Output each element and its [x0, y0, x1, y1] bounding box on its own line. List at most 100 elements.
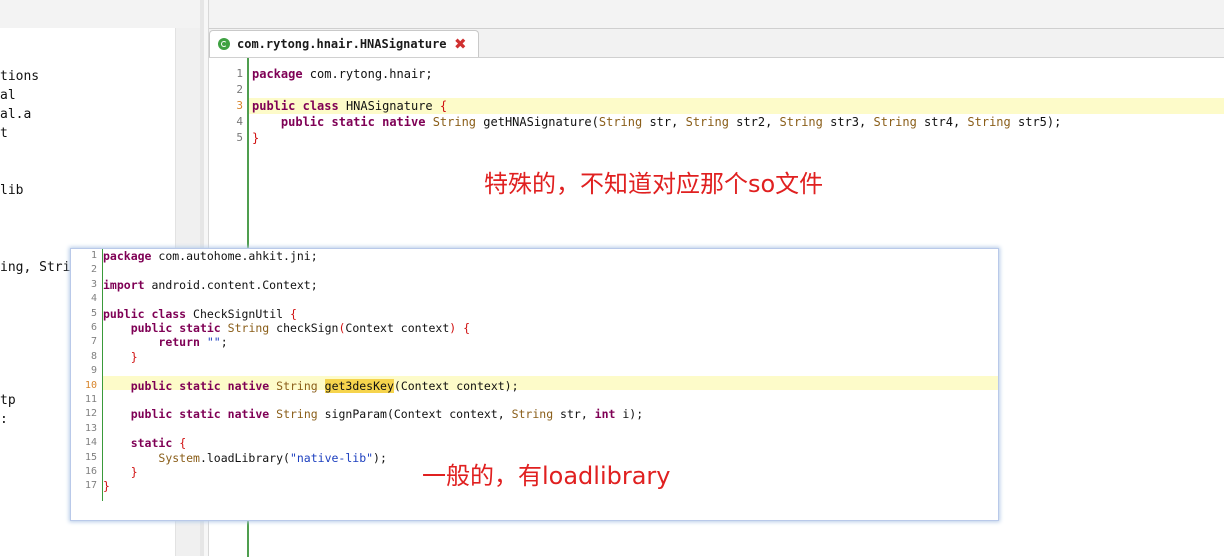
code-line: public static native String get3desKey(C…: [103, 378, 519, 393]
close-icon[interactable]: ✖: [454, 35, 467, 53]
line-number: 2: [236, 83, 243, 96]
keyword: native: [382, 115, 426, 129]
tree-item[interactable]: lib: [0, 183, 23, 199]
class-name: HNASignature: [338, 99, 440, 113]
string-literal: "native-lib": [289, 450, 374, 465]
code-text: signParam(Context context,: [317, 407, 512, 422]
code-line: public static native String getHNASignat…: [252, 114, 1061, 130]
keyword: public: [130, 321, 173, 335]
left-panel-header: [0, 0, 200, 28]
keyword: return: [158, 335, 200, 350]
brace: }: [252, 131, 260, 145]
brace: {: [439, 99, 448, 113]
tree-item[interactable]: al: [0, 88, 16, 104]
code-line: public class HNASignature {: [252, 98, 447, 114]
line-number: 16: [84, 466, 97, 477]
annotation-special: 特殊的，不知道对应那个so文件: [484, 170, 824, 198]
type: String: [967, 115, 1011, 129]
code-text: com.rytong.hnair;: [302, 67, 433, 81]
code-line: return "";: [103, 335, 228, 350]
tree-item[interactable]: tp: [0, 393, 16, 409]
code-text: android.content.Context;: [144, 277, 318, 292]
code-text: com.autohome.ahkit.jni;: [151, 249, 318, 263]
brace: {: [179, 436, 187, 451]
class-ref: System: [158, 450, 200, 465]
keyword: static: [130, 436, 173, 451]
line-number: 9: [90, 365, 97, 377]
overlay-code-snippet: 1 2 3 4 5 6 7 8 9 10 11 12 13 14 15 16 1…: [70, 248, 999, 521]
paren: ): [449, 321, 464, 335]
method-name: getHNASignature(: [476, 115, 599, 129]
line-number: 3: [90, 278, 97, 290]
param: str2,: [728, 115, 780, 129]
line-number: 5: [236, 131, 243, 144]
type: String: [685, 115, 729, 129]
line-number: 12: [84, 408, 97, 420]
keyword: package: [252, 67, 303, 81]
method-name: checkSign: [269, 321, 339, 335]
brace: {: [463, 321, 471, 335]
code-line: public class CheckSignUtil {: [103, 307, 297, 321]
line-number: 7: [90, 336, 97, 348]
method-name-highlighted: get3desKey: [324, 378, 394, 393]
keyword: class: [302, 99, 339, 113]
param: str5);: [1010, 115, 1062, 129]
tab-title: com.rytong.hnair.HNASignature: [237, 37, 447, 51]
keyword: native: [227, 378, 270, 393]
type: String: [511, 407, 554, 422]
keyword: public: [130, 378, 173, 393]
line-number: 1: [90, 250, 97, 261]
type: String: [432, 115, 477, 129]
code-text: ;: [220, 335, 228, 350]
line-number: 15: [84, 451, 97, 463]
param: str3,: [822, 115, 874, 129]
keyword: static: [179, 321, 221, 335]
line-number: 8: [90, 350, 97, 362]
line-number: 11: [84, 394, 97, 405]
line-number: 2: [90, 264, 97, 276]
code-line: public static native String signParam(Co…: [103, 407, 643, 421]
line-number: 6: [90, 322, 97, 333]
type: String: [227, 321, 270, 335]
type: String: [276, 407, 318, 422]
code-text: (Context context);: [393, 378, 519, 393]
code-line: }: [103, 465, 138, 479]
keyword: static: [331, 115, 375, 129]
code-line: import android.content.Context;: [103, 278, 318, 292]
param: str4,: [916, 115, 968, 129]
tree-item[interactable]: :: [0, 412, 8, 428]
keyword: static: [179, 407, 221, 422]
line-number: 14: [84, 437, 97, 449]
keyword: public: [252, 99, 296, 113]
code-line: package com.rytong.hnair;: [252, 66, 433, 82]
tree-item[interactable]: al.a: [0, 107, 31, 123]
keyword: package: [103, 249, 152, 263]
line-number: 1: [236, 67, 243, 80]
keyword: native: [227, 407, 270, 422]
line-number: 17: [84, 480, 97, 492]
keyword: int: [594, 407, 616, 422]
code-line: public static String checkSign(Context c…: [103, 321, 470, 335]
brace: }: [130, 465, 138, 479]
keyword: public: [130, 407, 173, 422]
editor-tabbar-header: [209, 0, 1224, 28]
keyword: static: [179, 378, 221, 393]
editor-tab[interactable]: com.rytong.hnair.HNASignature ✖: [209, 30, 479, 58]
line-number: 4: [90, 293, 97, 305]
class-icon: [218, 38, 230, 50]
tree-item[interactable]: t: [0, 126, 8, 142]
line-number: 3: [236, 99, 243, 112]
code-line: System.loadLibrary("native-lib");: [103, 451, 387, 465]
type: String: [276, 378, 318, 393]
code-text: .loadLibrary(: [199, 450, 290, 465]
code-line: }: [103, 350, 138, 364]
tree-item[interactable]: ing, Stri: [0, 260, 70, 276]
param: Context context: [345, 321, 450, 335]
keyword: import: [103, 277, 145, 292]
param: str,: [642, 115, 686, 129]
line-number: 10: [84, 379, 97, 391]
tree-item[interactable]: tions: [0, 69, 39, 85]
brace: }: [130, 349, 138, 364]
type: String: [873, 115, 917, 129]
